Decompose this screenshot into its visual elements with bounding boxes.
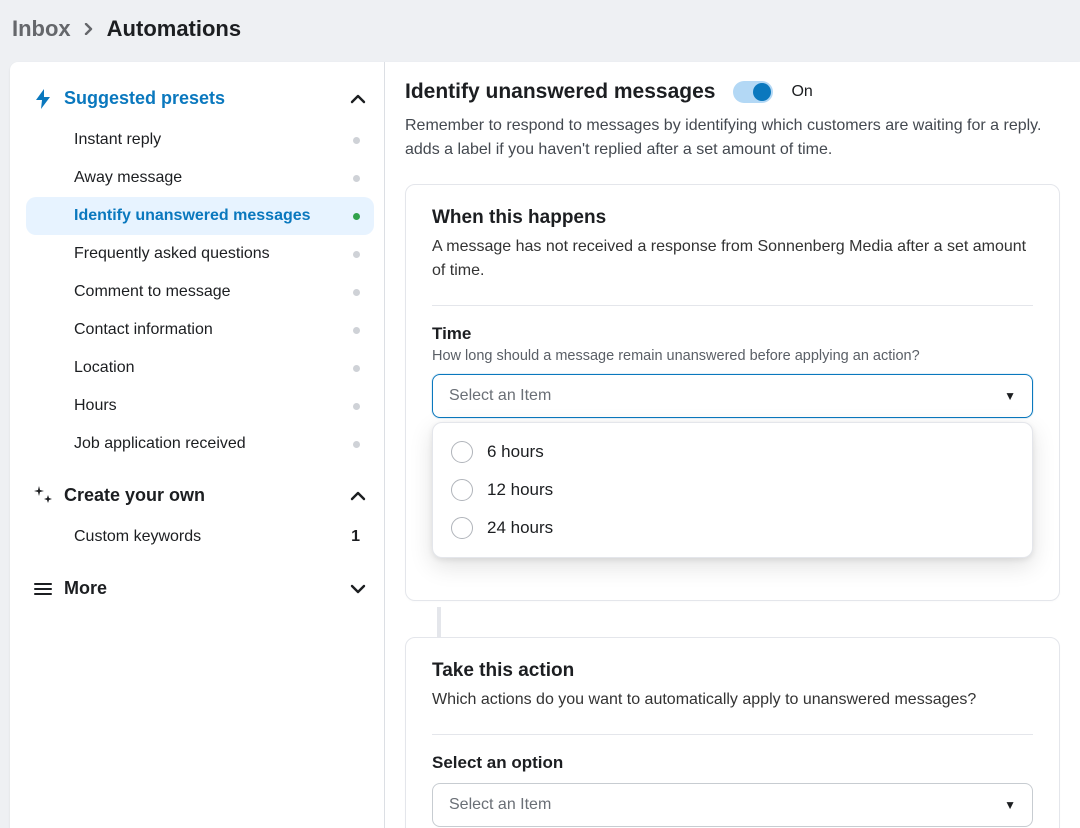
page-title: Identify unanswered messages xyxy=(405,80,715,104)
status-dot xyxy=(353,403,360,410)
sidebar-item-label: Custom keywords xyxy=(74,528,201,546)
main-content: Identify unanswered messages On Remember… xyxy=(385,62,1080,828)
sidebar-item-label: Instant reply xyxy=(74,131,161,149)
sidebar-item-contact-info[interactable]: Contact information xyxy=(26,311,374,349)
sidebar-item-job-application[interactable]: Job application received xyxy=(26,425,374,463)
option-label: 6 hours xyxy=(487,442,544,462)
card-action: Take this action Which actions do you wa… xyxy=(405,637,1060,828)
breadcrumb: Inbox Automations xyxy=(0,0,1080,62)
time-option-6h[interactable]: 6 hours xyxy=(441,433,1024,471)
card-title: Take this action xyxy=(432,660,1033,682)
field-label-action: Select an option xyxy=(432,753,1033,773)
sidebar-item-custom-keywords[interactable]: Custom keywords 1 xyxy=(26,518,374,556)
page-description: Remember to respond to messages by ident… xyxy=(405,114,1080,162)
section-create-your-own[interactable]: Create your own xyxy=(26,477,374,514)
time-option-24h[interactable]: 24 hours xyxy=(441,509,1024,547)
toggle-switch[interactable] xyxy=(733,81,773,103)
menu-icon xyxy=(32,582,54,596)
radio-icon xyxy=(451,517,473,539)
status-dot xyxy=(353,251,360,258)
section-suggested-presets[interactable]: Suggested presets xyxy=(26,80,374,117)
sidebar-item-location[interactable]: Location xyxy=(26,349,374,387)
card-subtitle: Which actions do you want to automatical… xyxy=(432,688,1033,712)
field-help-time: How long should a message remain unanswe… xyxy=(432,348,1033,364)
sidebar-item-label: Comment to message xyxy=(74,283,231,301)
sidebar-item-away-message[interactable]: Away message xyxy=(26,159,374,197)
toggle-knob xyxy=(753,83,771,101)
sidebar-item-label: Identify unanswered messages xyxy=(74,207,311,225)
field-label-time: Time xyxy=(432,324,1033,344)
breadcrumb-parent[interactable]: Inbox xyxy=(12,16,71,42)
chevron-right-icon xyxy=(83,23,95,35)
time-select[interactable]: Select an Item ▼ xyxy=(432,374,1033,418)
divider xyxy=(432,305,1033,306)
select-placeholder: Select an Item xyxy=(449,796,551,814)
suggested-list: Instant reply Away message Identify unan… xyxy=(26,121,374,463)
sparkle-icon xyxy=(32,486,54,506)
time-dropdown: 6 hours 12 hours 24 hours xyxy=(432,422,1033,558)
section-more[interactable]: More xyxy=(26,570,374,607)
chevron-up-icon xyxy=(350,94,368,104)
chevron-down-icon xyxy=(350,584,368,594)
section-title: Suggested presets xyxy=(64,88,340,109)
card-title: When this happens xyxy=(432,207,1033,229)
select-placeholder: Select an Item xyxy=(449,387,551,405)
card-subtitle: A message has not received a response fr… xyxy=(432,235,1033,283)
connector-line xyxy=(437,607,441,637)
sidebar-item-label: Frequently asked questions xyxy=(74,245,270,263)
sidebar-item-comment-to-message[interactable]: Comment to message xyxy=(26,273,374,311)
chevron-up-icon xyxy=(350,491,368,501)
section-title: Create your own xyxy=(64,485,340,506)
chevron-down-icon: ▼ xyxy=(1004,389,1016,403)
sidebar-item-label: Away message xyxy=(74,169,182,187)
time-option-12h[interactable]: 12 hours xyxy=(441,471,1024,509)
section-title: More xyxy=(64,578,340,599)
breadcrumb-current: Automations xyxy=(107,16,241,42)
status-dot xyxy=(353,289,360,296)
sidebar-item-hours[interactable]: Hours xyxy=(26,387,374,425)
action-select[interactable]: Select an Item ▼ xyxy=(432,783,1033,827)
create-list: Custom keywords 1 xyxy=(26,518,374,556)
radio-icon xyxy=(451,441,473,463)
status-dot xyxy=(353,213,360,220)
option-label: 12 hours xyxy=(487,480,553,500)
status-dot xyxy=(353,365,360,372)
option-label: 24 hours xyxy=(487,518,553,538)
radio-icon xyxy=(451,479,473,501)
divider xyxy=(432,734,1033,735)
card-when: When this happens A message has not rece… xyxy=(405,184,1060,601)
sidebar-item-label: Job application received xyxy=(74,435,246,453)
status-dot xyxy=(353,137,360,144)
sidebar-item-label: Location xyxy=(74,359,135,377)
sidebar: Suggested presets Instant reply Away mes… xyxy=(10,62,385,828)
sidebar-item-label: Contact information xyxy=(74,321,213,339)
status-dot xyxy=(353,175,360,182)
sidebar-item-instant-reply[interactable]: Instant reply xyxy=(26,121,374,159)
chevron-down-icon: ▼ xyxy=(1004,798,1016,812)
sidebar-item-faq[interactable]: Frequently asked questions xyxy=(26,235,374,273)
toggle-label: On xyxy=(791,83,812,101)
bolt-icon xyxy=(32,89,54,109)
sidebar-item-label: Hours xyxy=(74,397,117,415)
count-badge: 1 xyxy=(351,528,360,546)
status-dot xyxy=(353,327,360,334)
sidebar-item-identify-unanswered[interactable]: Identify unanswered messages xyxy=(26,197,374,235)
status-dot xyxy=(353,441,360,448)
